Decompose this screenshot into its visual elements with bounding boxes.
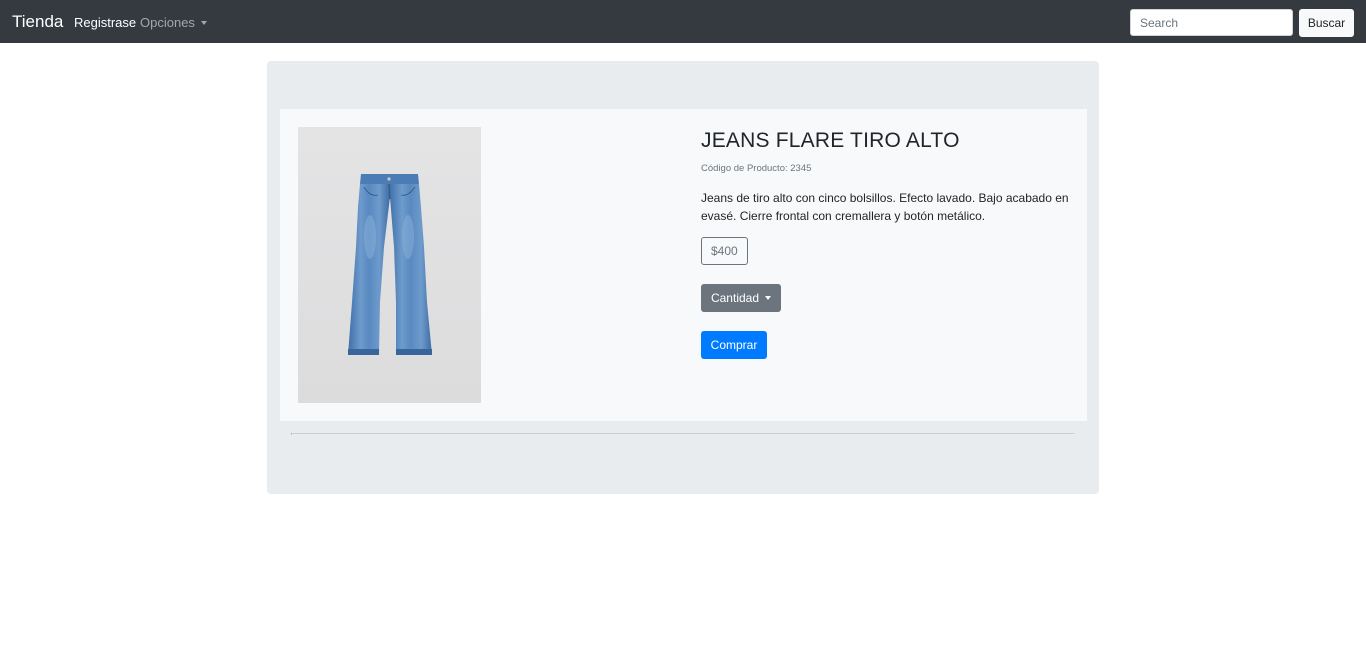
jeans-image: [298, 127, 481, 403]
caret-down-icon: [200, 21, 207, 25]
divider: [291, 433, 1075, 435]
product-title: JEANS FLARE TIRO ALTO: [701, 129, 960, 152]
options-dropdown-label: Opciones: [140, 15, 195, 30]
price-badge: $400: [701, 237, 748, 265]
product-description: Jeans de tiro alto con cinco bolsillos. …: [701, 191, 1069, 223]
product-card: JEANS FLARE TIRO ALTO Código de Producto…: [280, 109, 1087, 421]
caret-down-icon: [765, 296, 772, 300]
search-input[interactable]: [1130, 9, 1293, 36]
product-image: [298, 127, 481, 403]
brand-link[interactable]: Tienda: [12, 12, 63, 32]
jumbotron: JEANS FLARE TIRO ALTO Código de Producto…: [267, 61, 1099, 494]
search-button[interactable]: Buscar: [1299, 9, 1354, 37]
register-link[interactable]: Registrase: [74, 15, 136, 31]
quantity-label: Cantidad: [710, 291, 760, 305]
options-dropdown[interactable]: Opciones: [140, 15, 207, 31]
quantity-dropdown-button[interactable]: Cantidad: [701, 284, 781, 312]
top-navbar: Tienda Registrase Opciones Buscar: [0, 0, 1366, 43]
buy-button[interactable]: Comprar: [701, 331, 767, 359]
product-code: Código de Producto: 2345: [701, 163, 812, 174]
